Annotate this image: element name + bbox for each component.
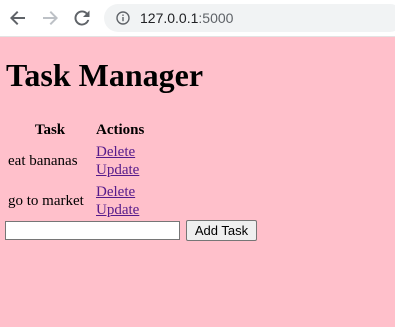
url-port: :5000 bbox=[198, 10, 234, 26]
column-header-actions: Actions bbox=[96, 122, 145, 138]
task-input[interactable] bbox=[5, 221, 180, 240]
add-task-button[interactable]: Add Task bbox=[186, 220, 257, 241]
back-button[interactable] bbox=[7, 7, 29, 29]
table-header-row: Task Actions bbox=[7, 120, 145, 140]
table-row: go to market Delete Update bbox=[7, 182, 145, 220]
reload-icon bbox=[74, 10, 90, 26]
info-icon[interactable] bbox=[116, 11, 130, 25]
page-title: Task Manager bbox=[6, 57, 204, 93]
reload-button[interactable] bbox=[71, 7, 93, 29]
actions-cell: Delete Update bbox=[95, 142, 145, 180]
delete-link[interactable]: Delete bbox=[96, 183, 144, 201]
url-text: 127.0.0.1:5000 bbox=[140, 10, 233, 26]
update-link[interactable]: Update bbox=[96, 161, 144, 179]
browser-toolbar: 127.0.0.1:5000 bbox=[0, 0, 395, 37]
back-arrow-icon bbox=[10, 11, 25, 25]
tasks-table: Task Actions eat bananas Delete Update g… bbox=[5, 118, 147, 222]
forward-button[interactable] bbox=[39, 7, 61, 29]
forward-arrow-icon bbox=[43, 11, 58, 25]
column-header-task: Task bbox=[34, 122, 66, 138]
actions-cell: Delete Update bbox=[95, 182, 145, 220]
url-host: 127.0.0.1 bbox=[140, 10, 199, 26]
task-name-cell: eat bananas bbox=[8, 153, 78, 169]
update-link[interactable]: Update bbox=[96, 201, 144, 219]
address-bar[interactable]: 127.0.0.1:5000 bbox=[104, 4, 395, 32]
page-content: Task Manager Task Actions eat bananas De… bbox=[0, 37, 395, 327]
task-name-cell: go to market bbox=[8, 193, 84, 209]
table-row: eat bananas Delete Update bbox=[7, 142, 145, 180]
delete-link[interactable]: Delete bbox=[96, 143, 144, 161]
